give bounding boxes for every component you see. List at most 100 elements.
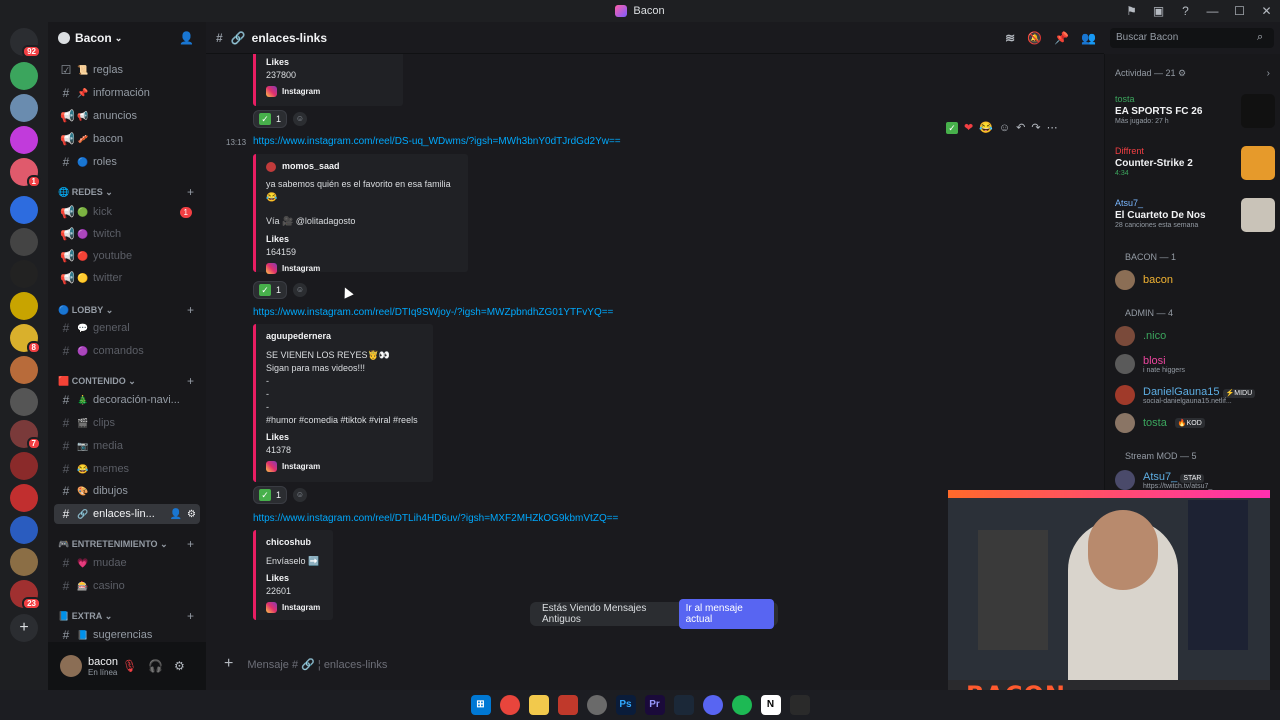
channel-youtube[interactable]: youtube	[93, 250, 132, 262]
add-reaction-icon[interactable]: ☺	[293, 112, 308, 126]
add-channel-icon[interactable]: +	[187, 609, 194, 623]
notifications-muted-icon[interactable]: 🔕	[1027, 31, 1042, 45]
folder-icon[interactable]	[528, 695, 549, 715]
channel-twitch[interactable]: twitch	[93, 228, 121, 240]
gear-icon[interactable]: ⚙	[187, 509, 196, 520]
channel-memes[interactable]: memes	[93, 463, 129, 475]
add-server-icon[interactable]: +	[10, 614, 38, 642]
pin-icon[interactable]: 📌	[1054, 31, 1069, 45]
start-icon[interactable]: ⊞	[470, 695, 491, 715]
mic-muted-icon[interactable]: 🎙	[122, 659, 137, 673]
heart-icon[interactable]: ❤	[964, 121, 973, 134]
reaction-checkmark[interactable]: ✓ 1	[253, 110, 288, 128]
server-icon[interactable]	[10, 388, 38, 416]
server-icon[interactable]	[10, 548, 38, 576]
server-icon[interactable]	[10, 62, 38, 90]
message-link[interactable]: https://www.instagram.com/reel/DS-uq_WDw…	[253, 136, 621, 147]
add-channel-icon[interactable]: +	[187, 537, 194, 551]
close-button[interactable]: ✕	[1253, 4, 1280, 18]
add-reaction-icon[interactable]: ☺	[999, 122, 1010, 134]
minimize-button[interactable]: —	[1199, 4, 1226, 18]
channel-decoracion[interactable]: decoración-navi...	[93, 394, 180, 406]
server-icon[interactable]	[10, 292, 38, 320]
channel-informacion[interactable]: información	[93, 87, 150, 99]
premiere-icon[interactable]: Pr	[644, 695, 665, 715]
channel-mudae[interactable]: mudae	[93, 557, 127, 569]
members-icon[interactable]: 👥	[1081, 31, 1096, 45]
activity-card[interactable]: Diffrent Counter-Strike 2 4:34	[1115, 146, 1275, 186]
category-extra[interactable]: 📘 EXTRA ⌄ +	[58, 608, 198, 624]
threads-icon[interactable]: ≋	[1005, 31, 1015, 45]
app-icon[interactable]	[586, 695, 607, 715]
inbox-icon[interactable]: ⚑	[1118, 4, 1145, 18]
channel-media[interactable]: media	[93, 440, 123, 452]
discord-home-icon[interactable]: 92	[10, 28, 41, 58]
channel-sugerencias[interactable]: sugerencias	[93, 629, 152, 641]
screen-icon[interactable]: ▣	[1145, 4, 1172, 18]
activity-card[interactable]: Atsu7_ El Cuarteto De Nos 28 canciones e…	[1115, 198, 1275, 238]
activity-header[interactable]: Actividad — 21 ⚙	[1115, 68, 1186, 79]
server-icon[interactable]	[10, 94, 38, 122]
category-contenido[interactable]: 🟥 CONTENIDO ⌄ +	[58, 373, 198, 389]
search-input[interactable]: Buscar Bacon	[1110, 28, 1274, 48]
chrome-icon[interactable]	[499, 695, 520, 715]
channel-general[interactable]: general	[93, 322, 130, 334]
category-entretenimiento[interactable]: 🎮 ENTRETENIMIENTO ⌄ +	[58, 536, 198, 552]
add-reaction-icon[interactable]: ☺	[293, 283, 308, 297]
photoshop-icon[interactable]: Ps	[615, 695, 636, 715]
activity-card[interactable]: tosta EA SPORTS FC 26 Más jugado: 27 h	[1115, 94, 1275, 134]
jump-to-present-button[interactable]: Ir al mensaje actual	[678, 599, 774, 629]
member-item[interactable]: DanielGauna15 ⚡MIDU social-danielgauna15.…	[1115, 381, 1256, 409]
channel-roles[interactable]: roles	[93, 156, 117, 168]
notion-icon[interactable]: N	[760, 695, 781, 715]
avatar[interactable]	[60, 655, 82, 677]
server-icon[interactable]: 7	[10, 420, 41, 450]
server-icon[interactable]	[10, 452, 38, 480]
channel-anuncios[interactable]: anuncios	[93, 110, 137, 122]
channel-enlaces-links[interactable]: enlaces-lin...	[93, 508, 155, 520]
server-icon[interactable]: 8	[10, 324, 41, 354]
chevron-right-icon[interactable]: ›	[1267, 68, 1270, 79]
add-channel-icon[interactable]: +	[187, 303, 194, 317]
message-input[interactable]: Mensaje # 🔗 ¦ enlaces-links	[247, 658, 387, 671]
add-reaction-icon[interactable]: ☺	[293, 488, 308, 502]
channel-casino[interactable]: casino	[93, 580, 125, 592]
member-item[interactable]: tosta 🔥KOD	[1115, 411, 1205, 435]
more-icon[interactable]: ⋯	[1047, 121, 1058, 134]
maximize-button[interactable]: ☐	[1226, 4, 1253, 18]
message-link[interactable]: https://www.instagram.com/reel/DTIq9SWjo…	[253, 307, 613, 318]
headphones-muted-icon[interactable]: 🎧	[148, 659, 163, 673]
reaction-checkmark[interactable]: ✓ 1	[253, 281, 288, 299]
message-link[interactable]: https://www.instagram.com/reel/DTLih4HD6…	[253, 513, 618, 524]
embed-author[interactable]: chicoshub	[266, 536, 323, 549]
add-member-icon[interactable]: 👤	[179, 31, 194, 45]
member-item[interactable]: bacon	[1115, 268, 1173, 292]
member-item[interactable]: blosi i nate higgers	[1115, 350, 1185, 378]
channel-twitter[interactable]: twitter	[93, 272, 122, 284]
server-icon[interactable]	[10, 516, 38, 544]
server-icon[interactable]	[10, 228, 38, 256]
reaction-checkmark[interactable]: ✓ 1	[253, 486, 288, 504]
server-icon[interactable]	[10, 356, 38, 384]
server-icon[interactable]	[10, 126, 38, 154]
check-icon[interactable]: ✓	[946, 121, 958, 134]
channel-bacon[interactable]: bacon	[93, 133, 123, 145]
channel-kick[interactable]: kick	[93, 206, 112, 218]
server-icon[interactable]: 23	[10, 580, 41, 610]
add-attachment-icon[interactable]: +	[224, 655, 233, 673]
forward-icon[interactable]: ↷	[1031, 121, 1040, 134]
embed-author[interactable]: aguupedernera	[266, 330, 423, 343]
server-icon[interactable]	[10, 484, 38, 512]
add-channel-icon[interactable]: +	[187, 374, 194, 388]
spotify-icon[interactable]	[731, 695, 752, 715]
guild-header[interactable]: Bacon ⌄ 👤	[48, 22, 206, 54]
channel-comandos[interactable]: comandos	[93, 345, 144, 357]
add-channel-icon[interactable]: +	[187, 185, 194, 199]
server-icon[interactable]	[10, 260, 38, 288]
category-lobby[interactable]: 🔵 LOBBY ⌄ +	[58, 302, 198, 318]
reply-icon[interactable]: ↶	[1016, 121, 1025, 134]
app-icon[interactable]	[557, 695, 578, 715]
channel-reglas[interactable]: reglas	[93, 64, 123, 76]
channel-dibujos[interactable]: dibujos	[93, 485, 128, 497]
help-icon[interactable]: ?	[1172, 4, 1199, 18]
